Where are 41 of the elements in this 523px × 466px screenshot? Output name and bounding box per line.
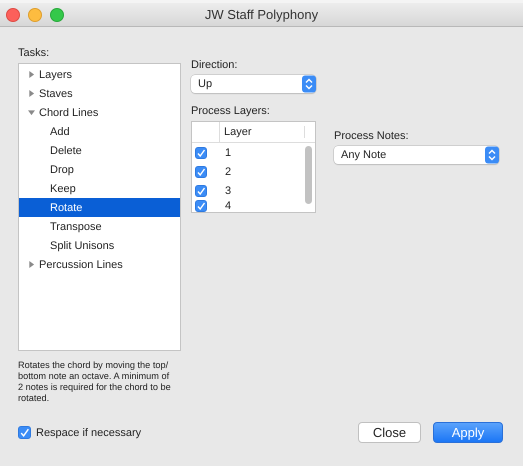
respace-checkbox[interactable] bbox=[18, 426, 31, 439]
tree-item[interactable]: Split Unisons bbox=[19, 236, 180, 255]
column-header[interactable]: Layer bbox=[220, 126, 305, 138]
tree-item[interactable]: Add bbox=[19, 122, 180, 141]
tree-item[interactable]: Percussion Lines bbox=[19, 255, 180, 274]
tree-item[interactable]: Staves bbox=[19, 84, 180, 103]
disclosure-triangle-icon[interactable] bbox=[28, 71, 35, 78]
close-button[interactable]: Close bbox=[358, 422, 421, 443]
layer-checkbox[interactable] bbox=[195, 184, 207, 196]
direction-label: Direction: bbox=[191, 59, 238, 71]
process-notes-label: Process Notes: bbox=[334, 130, 410, 142]
tree-item[interactable]: Rotate bbox=[19, 198, 180, 217]
tree-item[interactable]: Chord Lines bbox=[19, 103, 180, 122]
disclosure-triangle-icon[interactable] bbox=[28, 90, 35, 97]
tasks-label: Tasks: bbox=[18, 47, 50, 59]
tree-item[interactable]: Drop bbox=[19, 160, 180, 179]
layer-number: 4 bbox=[225, 200, 232, 212]
window-title: JW Staff Polyphony bbox=[204, 7, 318, 22]
respace-label: Respace if necessary bbox=[36, 426, 142, 438]
layer-number: 3 bbox=[225, 184, 232, 196]
close-window-button[interactable] bbox=[6, 8, 20, 22]
chevron-up-down-icon bbox=[485, 146, 499, 164]
layer-checkbox[interactable] bbox=[195, 200, 207, 212]
layer-number: 1 bbox=[225, 146, 232, 158]
tree-item[interactable]: Transpose bbox=[19, 217, 180, 236]
process-layers-label: Process Layers: bbox=[191, 105, 271, 117]
zoom-window-button[interactable] bbox=[50, 8, 64, 22]
disclosure-triangle-icon[interactable] bbox=[28, 109, 35, 116]
scrollbar-thumb[interactable] bbox=[305, 146, 312, 204]
layer-number: 2 bbox=[225, 166, 232, 178]
minimize-window-button[interactable] bbox=[28, 8, 42, 22]
tree-item[interactable]: Layers bbox=[19, 65, 180, 84]
process-notes-select[interactable]: Any Note bbox=[334, 146, 499, 164]
disclosure-triangle-icon[interactable] bbox=[28, 261, 35, 268]
tree-item[interactable]: Keep bbox=[19, 179, 180, 198]
direction-select[interactable]: Up bbox=[191, 75, 316, 93]
layer-checkbox[interactable] bbox=[195, 166, 207, 178]
chevron-up-down-icon bbox=[302, 75, 316, 93]
tree-item[interactable]: Delete bbox=[19, 141, 180, 160]
layer-checkbox[interactable] bbox=[195, 146, 207, 158]
task-description: Rotates the chord by moving the top/ bottom note an octave. A minimum of 2 notes is required for the chord to be rotated. bbox=[18, 360, 172, 404]
